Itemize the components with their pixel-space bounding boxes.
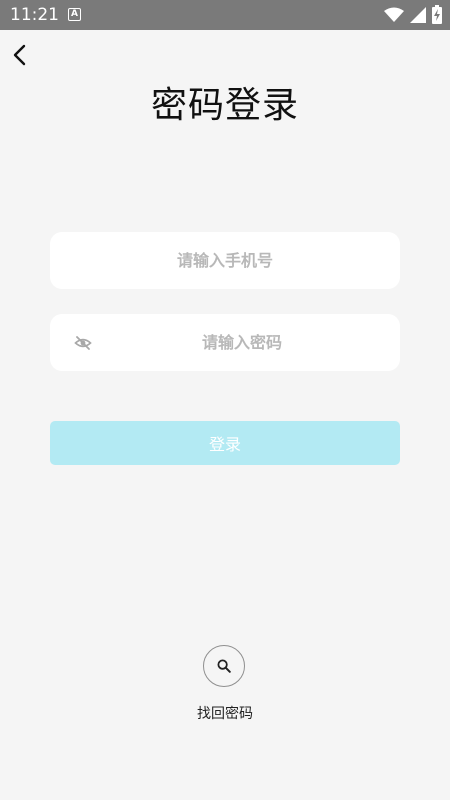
phone-input[interactable] xyxy=(50,232,400,289)
a-notification-icon: A xyxy=(68,8,81,21)
search-icon xyxy=(217,659,231,673)
signal-icon xyxy=(410,7,426,23)
wifi-icon xyxy=(384,7,404,22)
find-password-label[interactable]: 找回密码 xyxy=(0,704,450,724)
page-title: 密码登录 xyxy=(150,85,299,126)
status-time: 11:21 xyxy=(10,5,59,25)
login-screen: 11:21 A 密码登录 登录 xyxy=(0,0,450,800)
status-bar: 11:21 A xyxy=(0,0,450,30)
password-input[interactable] xyxy=(50,314,400,371)
back-button[interactable] xyxy=(6,40,38,72)
chevron-left-icon xyxy=(13,44,26,66)
password-field[interactable] xyxy=(50,314,400,371)
login-button[interactable]: 登录 xyxy=(50,421,400,465)
find-password-button[interactable] xyxy=(203,645,245,687)
battery-charging-icon xyxy=(432,5,442,24)
phone-field[interactable] xyxy=(50,232,400,289)
